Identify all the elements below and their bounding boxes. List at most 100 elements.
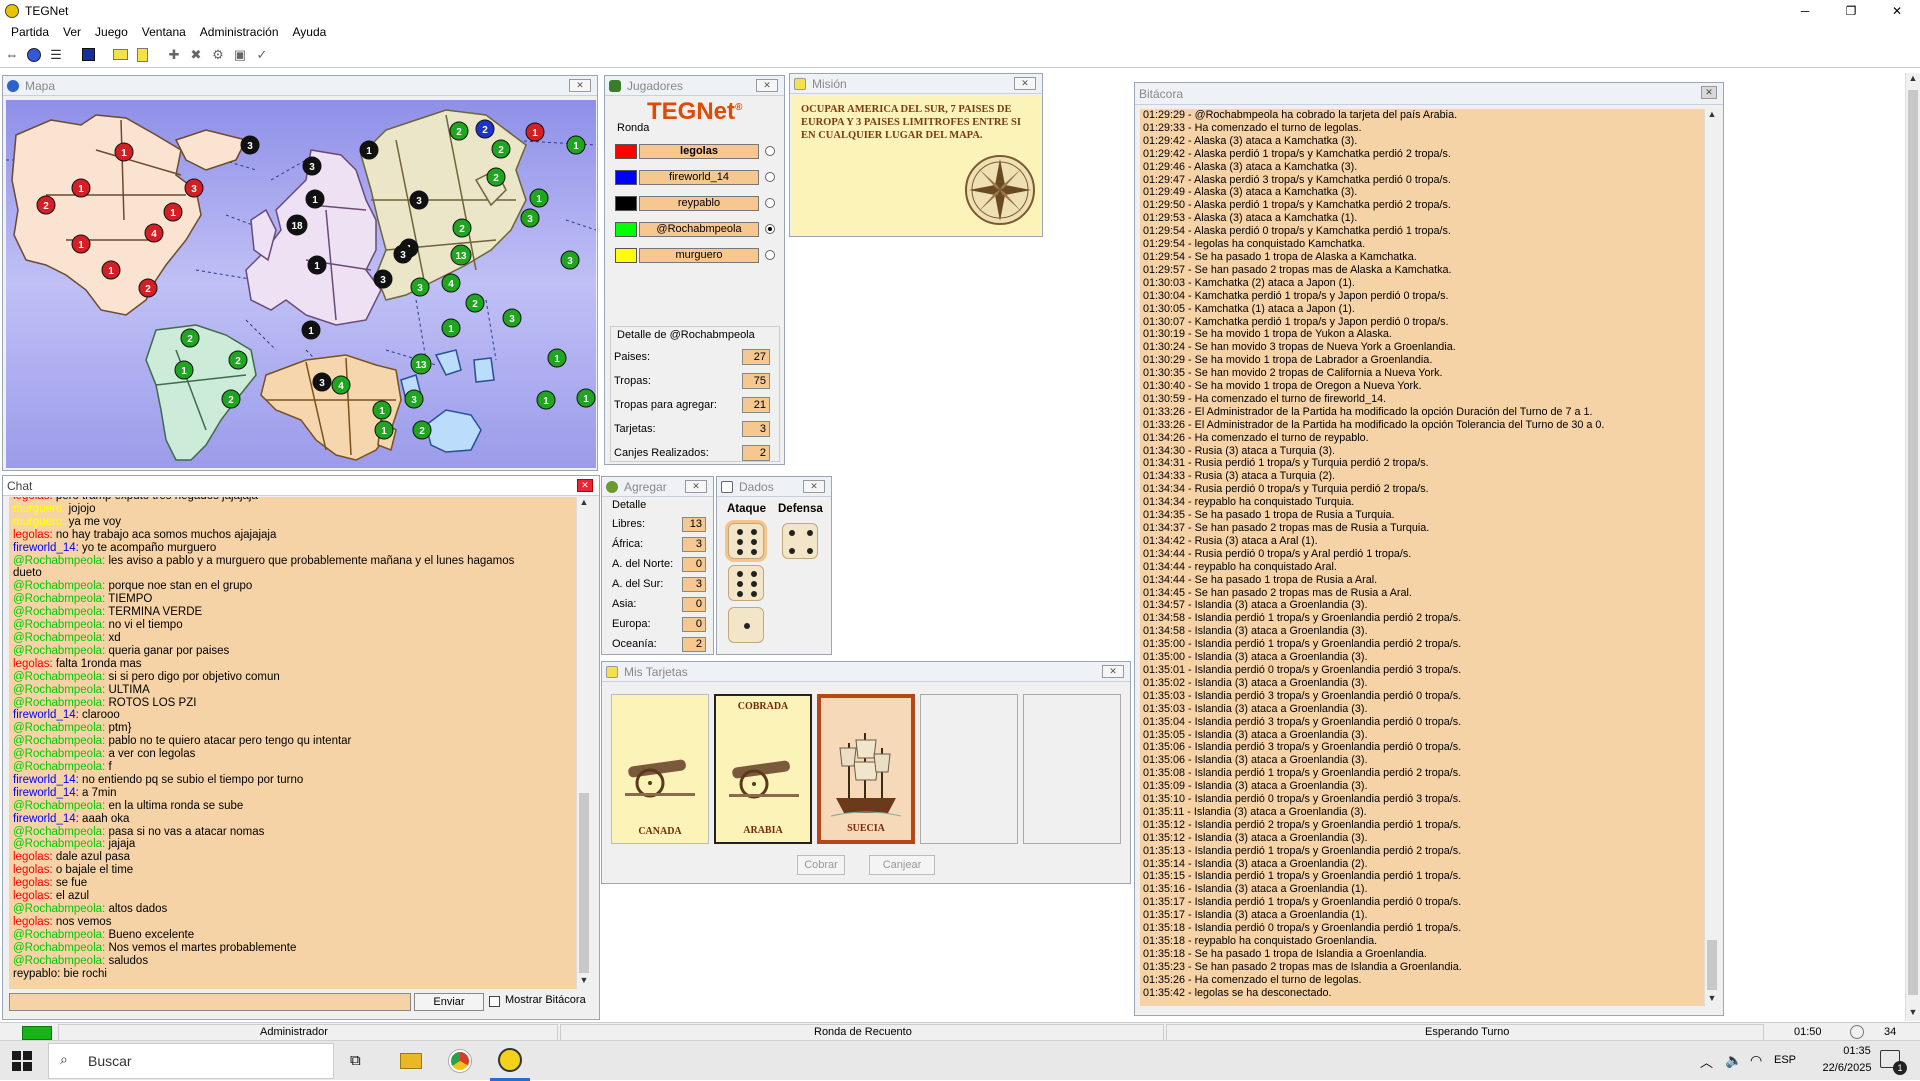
player-row[interactable]: @Rochabmpeola [615,219,775,239]
close-icon[interactable]: ✕ [1102,665,1124,678]
close-icon[interactable]: ✕ [1014,77,1036,90]
add-troops-icon[interactable]: ✚ [164,45,184,65]
player-select-radio[interactable] [765,250,775,260]
file-explorer-icon[interactable] [400,1053,422,1069]
player-select-radio[interactable] [765,146,775,156]
menu-partida[interactable]: Partida [4,25,56,39]
language-indicator[interactable]: ESP [1774,1054,1796,1066]
army-marker[interactable]: 13 [410,353,432,375]
player-row[interactable]: reypablo [615,193,775,213]
maximize-button[interactable]: ❐ [1828,0,1874,22]
army-marker[interactable]: 1 [525,122,545,142]
clock-date[interactable]: 22/6/2025 [1812,1062,1882,1074]
army-marker[interactable]: 3 [560,250,580,270]
army-marker[interactable]: 2 [449,121,469,141]
army-marker[interactable]: 1 [71,234,91,254]
army-marker[interactable]: 3 [184,178,204,198]
check-icon[interactable]: ✓ [252,45,272,65]
army-marker[interactable]: 4 [144,223,164,243]
army-marker[interactable]: 1 [359,140,379,160]
player-row[interactable]: legolas [615,141,775,161]
army-marker[interactable]: 3 [393,244,413,264]
army-marker[interactable]: 2 [486,167,506,187]
army-marker[interactable]: 1 [101,260,121,280]
country-card[interactable]: CANADA [611,694,709,844]
army-marker[interactable]: 1 [301,320,321,340]
menu-ventana[interactable]: Ventana [135,25,193,39]
menu-administracion[interactable]: Administración [193,25,286,39]
player-select-radio[interactable] [765,224,775,234]
army-marker[interactable]: 3 [502,308,522,328]
log-scrollbar[interactable]: ▲ ▼ [1704,109,1719,1007]
chevron-up-icon[interactable]: ︿ [1700,1052,1713,1071]
show-log-checkbox[interactable] [489,996,500,1007]
army-marker[interactable]: 1 [536,390,556,410]
close-icon[interactable]: ✕ [577,479,593,492]
collect-button[interactable]: Cobrar [797,855,845,875]
army-marker[interactable]: 2 [491,139,511,159]
chat-input[interactable] [9,993,411,1011]
army-marker[interactable]: 2 [180,328,200,348]
army-marker[interactable]: 3 [373,269,393,289]
wifi-icon[interactable]: ◠ [1750,1052,1762,1069]
exchange-button[interactable]: Canjear [869,855,935,875]
send-button[interactable]: Enviar [414,993,484,1011]
army-marker[interactable]: 2 [412,420,432,440]
army-marker[interactable]: 1 [374,420,394,440]
army-marker[interactable]: 3 [302,156,322,176]
attack-icon[interactable]: ✖ [186,45,206,65]
army-marker[interactable]: 4 [331,375,351,395]
list-icon[interactable]: ☰ [46,45,66,65]
army-marker[interactable]: 1 [307,255,327,275]
army-marker[interactable]: 1 [566,135,586,155]
player-row[interactable]: fireworld_14 [615,167,775,187]
connect-icon[interactable]: ⇔ [2,45,22,65]
army-marker[interactable]: 2 [475,119,495,139]
chrome-icon[interactable] [449,1050,471,1072]
army-marker[interactable]: 3 [409,190,429,210]
army-marker[interactable]: 1 [576,388,596,408]
menu-ver[interactable]: Ver [56,25,88,39]
task-view-icon[interactable]: ⧉ [350,1052,361,1069]
army-marker[interactable]: 1 [372,400,392,420]
menu-juego[interactable]: Juego [88,25,135,39]
player-row[interactable]: murguero [615,245,775,265]
army-marker[interactable]: 2 [36,195,56,215]
end-turn-icon[interactable]: ▣ [230,45,250,65]
army-marker[interactable]: 3 [240,135,260,155]
regroup-icon[interactable]: ⚙ [208,45,228,65]
globe-icon[interactable] [24,45,44,65]
minimize-button[interactable]: ─ [1782,0,1828,22]
close-icon[interactable]: ✕ [569,79,591,92]
mission-icon[interactable] [132,45,152,65]
menu-ayuda[interactable]: Ayuda [286,25,334,39]
army-marker[interactable]: 3 [410,277,430,297]
army-marker[interactable]: 1 [441,318,461,338]
army-marker[interactable]: 1 [114,142,134,162]
army-marker[interactable]: 1 [163,202,183,222]
army-marker[interactable]: 2 [221,389,241,409]
windows-start-icon[interactable] [12,1051,32,1071]
army-marker[interactable]: 18 [286,214,308,236]
chat-scrollbar[interactable]: ▲ ▼ [576,497,591,989]
army-marker[interactable]: 1 [547,348,567,368]
tegnet-taskbar-icon[interactable] [498,1048,522,1072]
army-marker[interactable]: 1 [174,360,194,380]
speaker-icon[interactable]: 🔈 [1725,1052,1742,1069]
army-marker[interactable]: 3 [312,372,332,392]
army-marker[interactable]: 2 [452,218,472,238]
main-scrollbar[interactable]: ▲ ▼ [1905,73,1920,1021]
player-select-radio[interactable] [765,198,775,208]
army-marker[interactable]: 1 [529,188,549,208]
army-marker[interactable]: 2 [138,278,158,298]
country-card[interactable]: SUECIA [817,694,915,844]
army-marker[interactable]: 2 [228,350,248,370]
army-marker[interactable]: 13 [450,244,472,266]
army-marker[interactable]: 1 [71,178,91,198]
world-map[interactable]: 1213141123313111813133221212121334333222… [6,100,596,468]
army-marker[interactable]: 3 [404,389,424,409]
army-marker[interactable]: 2 [465,293,485,313]
close-icon[interactable]: ✕ [756,79,778,92]
close-icon[interactable]: ✕ [685,480,707,493]
army-marker[interactable]: 1 [305,189,325,209]
